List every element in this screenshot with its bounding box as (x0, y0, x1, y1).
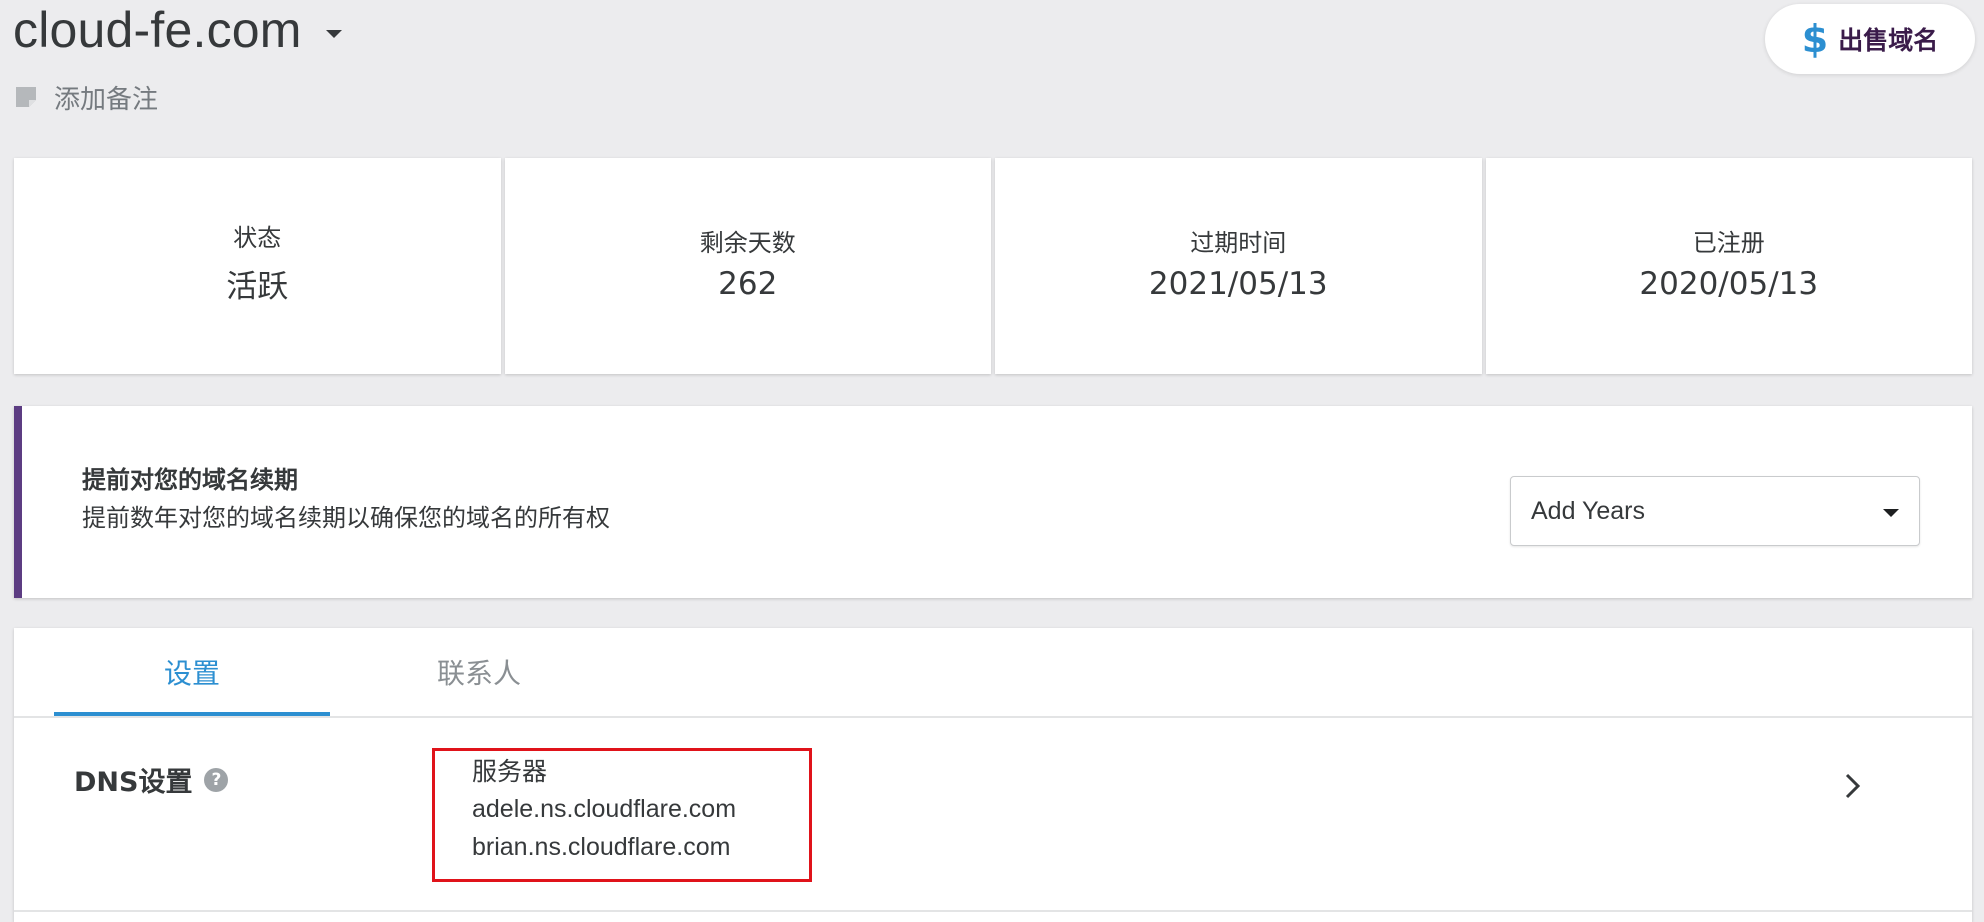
nameserver-item: brian.ns.cloudflare.com (472, 833, 731, 861)
question-circle-icon[interactable]: ? (204, 767, 229, 792)
caret-down-icon (1883, 509, 1899, 517)
domain-title-dropdown[interactable]: cloud-fe.com (13, 2, 342, 58)
add-note-label: 添加备注 (54, 84, 159, 115)
stat-card-registered-date: 已注册 2020/05/13 (1485, 158, 1972, 374)
dns-settings-row[interactable]: DNS设置 ? 服务器 adele.ns.cloudflare.com bria… (14, 718, 1972, 912)
nameserver-item: adele.ns.cloudflare.com (472, 795, 737, 823)
stat-value: 2020/05/13 (1639, 265, 1819, 302)
stat-value: 262 (718, 265, 778, 302)
renew-title: 提前对您的域名续期 (82, 466, 298, 494)
dns-settings-label-group: DNS设置 ? (74, 760, 229, 799)
stat-label: 状态 (233, 224, 282, 252)
nameserver-heading: 服务器 (472, 757, 548, 786)
settings-panel: 设置 联系人 DNS设置 ? 服务器 adele.ns.cloudflare.c… (14, 628, 1972, 922)
tab-bar: 设置 联系人 (14, 628, 1972, 718)
add-years-select[interactable]: Add Years (1510, 476, 1920, 546)
stat-value: 活跃 (226, 269, 289, 305)
stat-label: 已注册 (1692, 228, 1765, 257)
stat-value: 2021/05/13 (1148, 265, 1328, 302)
domain-stats: 状态 活跃 剩余天数 262 过期时间 2021/05/13 已注册 2020/… (14, 158, 1972, 374)
stat-card-days-remaining: 剩余天数 262 (504, 158, 991, 374)
chevron-right-icon[interactable] (1838, 772, 1866, 800)
dns-settings-label: DNS设置 (74, 767, 193, 798)
domain-name: cloud-fe.com (13, 2, 302, 58)
stat-label: 过期时间 (1190, 228, 1287, 257)
renew-card: 提前对您的域名续期 提前数年对您的域名续期以确保您的域名的所有权 Add Yea… (14, 406, 1972, 598)
sell-domain-button[interactable]: $ 出售域名 (1765, 4, 1975, 74)
tab-settings[interactable]: 设置 (54, 628, 330, 716)
note-icon (16, 87, 36, 107)
nameserver-list: 服务器 adele.ns.cloudflare.com brian.ns.clo… (472, 754, 736, 866)
stat-card-expiry-date: 过期时间 2021/05/13 (995, 158, 1482, 374)
dollar-icon: $ (1801, 17, 1829, 61)
stat-card-status: 状态 活跃 (14, 158, 501, 374)
add-note-link[interactable]: 添加备注 (14, 82, 158, 115)
chevron-down-icon (325, 30, 342, 38)
tab-contacts[interactable]: 联系人 (394, 628, 564, 716)
sell-domain-label: 出售域名 (1838, 26, 1939, 55)
renew-description: 提前数年对您的域名续期以确保您的域名的所有权 (82, 504, 610, 532)
stat-label: 剩余天数 (699, 228, 796, 257)
add-years-select-value: Add Years (1531, 497, 1645, 525)
